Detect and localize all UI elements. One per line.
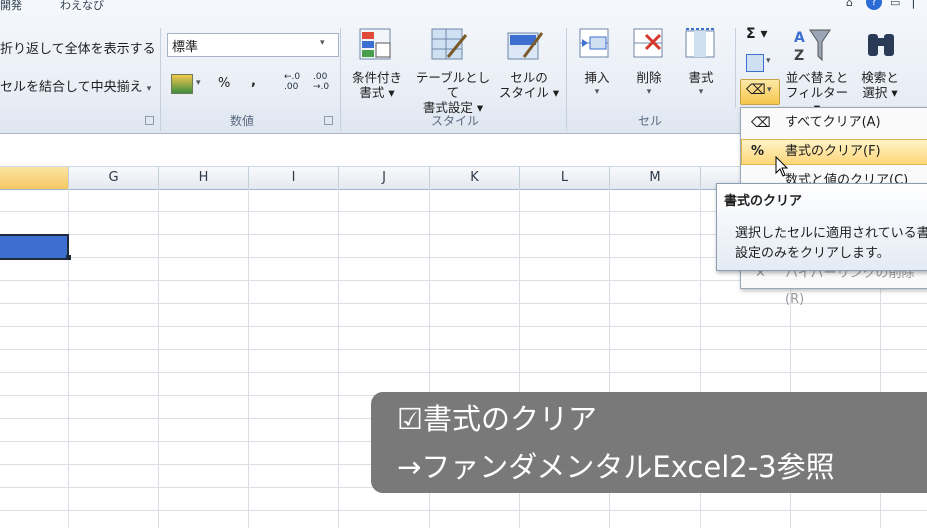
cell-styles-label-2: スタイル ▾ [498, 85, 560, 100]
menu-item-clear-all[interactable]: ⌫ すべてクリア(A) [741, 110, 927, 136]
grid-line [158, 189, 159, 528]
caption-line-2: →ファンダメンタルExcel2-3参照 [397, 450, 835, 484]
sort-filter-label-1: 並べ替えと [785, 70, 849, 85]
delete-cells-icon [632, 27, 666, 65]
insert-label: 挿入 [584, 70, 610, 85]
currency-format-icon[interactable] [171, 74, 193, 94]
number-format-value: 標準 [172, 40, 199, 55]
tab-developer[interactable]: 開発 [0, 0, 22, 13]
eraser-icon: ⌫ [746, 82, 766, 98]
number-dialog-launcher-icon[interactable] [324, 116, 333, 125]
close-icon[interactable]: ▏ [913, 0, 921, 9]
conditional-format-label-1: 条件付き [351, 70, 402, 85]
chevron-down-icon: ▾ [594, 87, 600, 97]
minimize-ribbon-icon[interactable]: ⌂ [846, 0, 853, 9]
format-cells-button[interactable]: 書式 ▾ [682, 70, 720, 100]
clear-format-icon: % [751, 144, 765, 159]
eraser-icon: ⌫ [751, 115, 771, 131]
grid-line [0, 372, 927, 373]
menu-item-clear-formats[interactable]: % 書式のクリア(F) [741, 139, 927, 165]
conditional-format-button[interactable]: 条件付き 書式 ▾ [346, 70, 408, 100]
alignment-dialog-launcher-icon[interactable] [145, 116, 154, 125]
grid-line [248, 189, 249, 528]
chevron-down-icon: ▾ [320, 38, 325, 48]
column-header-g[interactable]: G [69, 167, 159, 189]
column-header-selected[interactable] [0, 167, 69, 189]
chevron-down-icon[interactable]: ▾ [196, 78, 201, 88]
grid-line [0, 349, 927, 350]
number-group-label: 数値 [229, 114, 254, 128]
grid-line [338, 189, 339, 528]
cell-styles-button[interactable]: セルの スタイル ▾ [498, 70, 560, 100]
conditional-format-label-2: 書式 ▾ [359, 85, 395, 100]
column-header-j[interactable]: J [339, 167, 430, 189]
cell-styles-icon [506, 27, 544, 67]
svg-text:Z: Z [794, 48, 804, 64]
chevron-down-icon: ▾ [767, 85, 772, 95]
menu-item-label: すべてクリア(A) [785, 115, 881, 130]
separator [160, 28, 161, 131]
column-header-k[interactable]: K [430, 167, 520, 189]
format-cells-icon [684, 27, 718, 65]
styles-group-label: スタイル [430, 114, 479, 128]
chevron-down-icon: ▾ [146, 84, 152, 94]
grid-line [0, 326, 927, 327]
find-select-button[interactable]: 検索と 選択 ▾ [854, 70, 906, 100]
column-header-m[interactable]: M [610, 167, 701, 189]
column-header-h[interactable]: H [159, 167, 249, 189]
chevron-down-icon: ▾ [766, 56, 771, 66]
column-header-l[interactable]: L [520, 167, 610, 189]
cell-styles-label-1: セルの [510, 70, 548, 85]
fill-handle[interactable] [66, 255, 71, 260]
format-as-table-icon [430, 27, 468, 67]
format-label: 書式 [688, 70, 714, 85]
restore-icon[interactable]: ▭ [890, 0, 900, 9]
delete-label: 削除 [636, 70, 662, 85]
merge-center-label: セルを結合して中央揃え [0, 80, 143, 95]
column-header-i[interactable]: I [249, 167, 339, 189]
format-as-table-label-1: テーブルとして [415, 70, 491, 100]
wrap-text-button[interactable]: 折り返して全体を表示する [0, 38, 156, 57]
find-select-label-2: 選択 ▾ [862, 85, 898, 100]
tab-bar: 開発 わえなび ⌂ ? ▭ ▏ [0, 0, 927, 14]
tooltip-line-1: 選択したセルに適用されている書 [735, 226, 927, 241]
insert-cells-icon [578, 27, 612, 65]
chevron-down-icon: ▾ [698, 87, 704, 97]
cells-group-label: セル [637, 114, 662, 128]
tooltip-title: 書式のクリア [724, 194, 803, 209]
fill-down-icon[interactable] [746, 54, 764, 72]
help-icon[interactable]: ? [866, 0, 882, 10]
tooltip-line-2: 設定のみをクリアします。 [735, 246, 890, 261]
separator [340, 28, 341, 131]
caption-line-1: ☑書式のクリア [397, 402, 597, 436]
sort-filter-icon: AZ [794, 26, 834, 70]
number-format-select[interactable]: 標準 ▾ [167, 33, 339, 57]
chevron-down-icon: ▾ [646, 87, 652, 97]
clear-button[interactable]: ⌫ ▾ [740, 79, 780, 105]
separator [735, 28, 736, 108]
comma-style-button[interactable]: , [251, 74, 256, 89]
merge-center-button[interactable]: セルを結合して中央揃え ▾ [0, 76, 151, 95]
find-select-label-1: 検索と [861, 70, 899, 85]
format-as-table-button[interactable]: テーブルとして 書式設定 ▾ [412, 70, 494, 115]
insert-cells-button[interactable]: 挿入 ▾ [578, 70, 616, 100]
tooltip: 書式のクリア 選択したセルに適用されている書 設定のみをクリアします。 [716, 183, 927, 271]
conditional-format-icon [358, 27, 394, 67]
increase-decimal-button[interactable]: ←.0 .00 [284, 72, 300, 92]
menu-item-label: 書式のクリア(F) [785, 144, 881, 159]
caption-overlay: ☑書式のクリア →ファンダメンタルExcel2-3参照 [371, 392, 927, 493]
selected-cell[interactable] [0, 234, 69, 260]
separator [566, 28, 567, 131]
tab-addin[interactable]: わえなび [60, 0, 104, 13]
binoculars-icon [864, 28, 898, 64]
mouse-cursor-icon [775, 155, 789, 182]
autosum-button[interactable]: Σ ▾ [746, 26, 767, 42]
grid-line [0, 510, 927, 511]
decrease-decimal-button[interactable]: .00 →.0 [313, 72, 329, 92]
svg-text:A: A [794, 30, 805, 46]
percent-style-button[interactable]: % [218, 76, 230, 91]
delete-cells-button[interactable]: 削除 ▾ [630, 70, 668, 100]
